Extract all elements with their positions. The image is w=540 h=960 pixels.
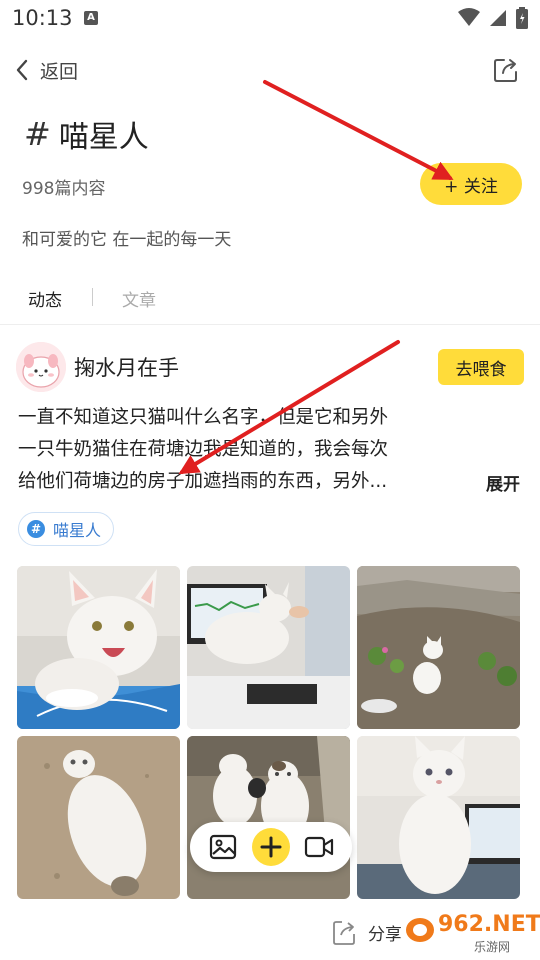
cat-photo <box>17 566 180 729</box>
topic-tag[interactable]: # 喵星人 <box>18 512 115 546</box>
hash-icon: # <box>27 520 45 538</box>
topic-name: 喵星人 <box>58 120 149 155</box>
watermark-logo: 962.NET 乐游网 <box>398 910 540 956</box>
cat-photo <box>17 736 180 899</box>
watermark-text: 962.NET <box>438 912 540 937</box>
wifi-icon <box>458 8 480 26</box>
status-icons <box>458 6 528 30</box>
post-image[interactable] <box>187 736 350 899</box>
post-image[interactable] <box>17 736 180 899</box>
plus-icon <box>260 836 282 858</box>
tab-divider <box>92 288 93 306</box>
back-button[interactable]: 返回 <box>14 52 78 88</box>
cat-photo <box>357 566 520 729</box>
status-bar: 10:13 A <box>0 0 540 36</box>
post-text-line: 给他们荷塘边的房子加遮挡雨的东西，另外... <box>18 471 388 492</box>
tabs-divider-line <box>0 324 540 325</box>
share-button[interactable] <box>490 54 522 86</box>
avatar-image <box>16 342 66 392</box>
cat-photo <box>187 736 350 899</box>
add-post-button[interactable] <box>251 828 290 866</box>
feed-button[interactable]: 去喂食 <box>438 349 524 385</box>
post-image[interactable] <box>17 566 180 729</box>
content-tabs: 动态 文章 <box>0 282 540 316</box>
post-text-line: 一只牛奶猫住在荷塘边我是知道的，我会每次 <box>18 439 389 460</box>
topic-title: # 喵星人 <box>24 112 149 156</box>
cat-photo <box>187 566 350 729</box>
cat-photo <box>357 736 520 899</box>
topic-count: 998篇内容 <box>22 179 106 199</box>
tab-feed[interactable]: 动态 <box>28 286 62 311</box>
post-username[interactable]: 掬水月在手 <box>74 352 179 382</box>
post-action-bar <box>190 822 352 872</box>
status-time: 10:13 <box>12 6 73 30</box>
notification-badge: A <box>84 11 98 25</box>
bottom-share-label: 分享 <box>368 924 402 945</box>
top-bar: 返回 <box>0 48 540 92</box>
post-image[interactable] <box>357 736 520 899</box>
back-label: 返回 <box>40 60 79 83</box>
avatar[interactable] <box>16 342 66 392</box>
post-header: 掬水月在手 去喂食 <box>0 340 540 396</box>
expand-button[interactable]: 展开 <box>486 470 520 495</box>
share-icon <box>494 59 517 82</box>
topic-hash: # <box>24 115 51 153</box>
annotation-arrow <box>263 80 454 180</box>
post-text-line: 一直不知道这只猫叫什么名字，但是它和另外 <box>18 407 389 428</box>
video-button[interactable] <box>301 829 337 865</box>
topic-description: 和可爱的它 在一起的每一天 <box>22 230 232 250</box>
post-image[interactable] <box>187 566 350 729</box>
video-icon <box>304 836 333 858</box>
follow-button[interactable]: + 关注 <box>420 163 522 205</box>
chevron-left-icon <box>16 59 28 81</box>
share-icon <box>333 921 355 945</box>
tab-articles[interactable]: 文章 <box>122 286 156 311</box>
image-button[interactable] <box>205 829 241 865</box>
signal-icon <box>490 10 506 26</box>
post-image[interactable] <box>357 566 520 729</box>
topic-tag-label: 喵星人 <box>53 521 102 540</box>
image-icon <box>210 834 237 860</box>
battery-icon <box>516 7 528 29</box>
watermark-subtext: 乐游网 <box>474 940 511 954</box>
post-text: 一直不知道这只猫叫什么名字，但是它和另外 一只牛奶猫住在荷塘边我是知道的，我会每… <box>18 402 458 498</box>
bottom-share-button[interactable]: 分享 <box>330 914 402 950</box>
